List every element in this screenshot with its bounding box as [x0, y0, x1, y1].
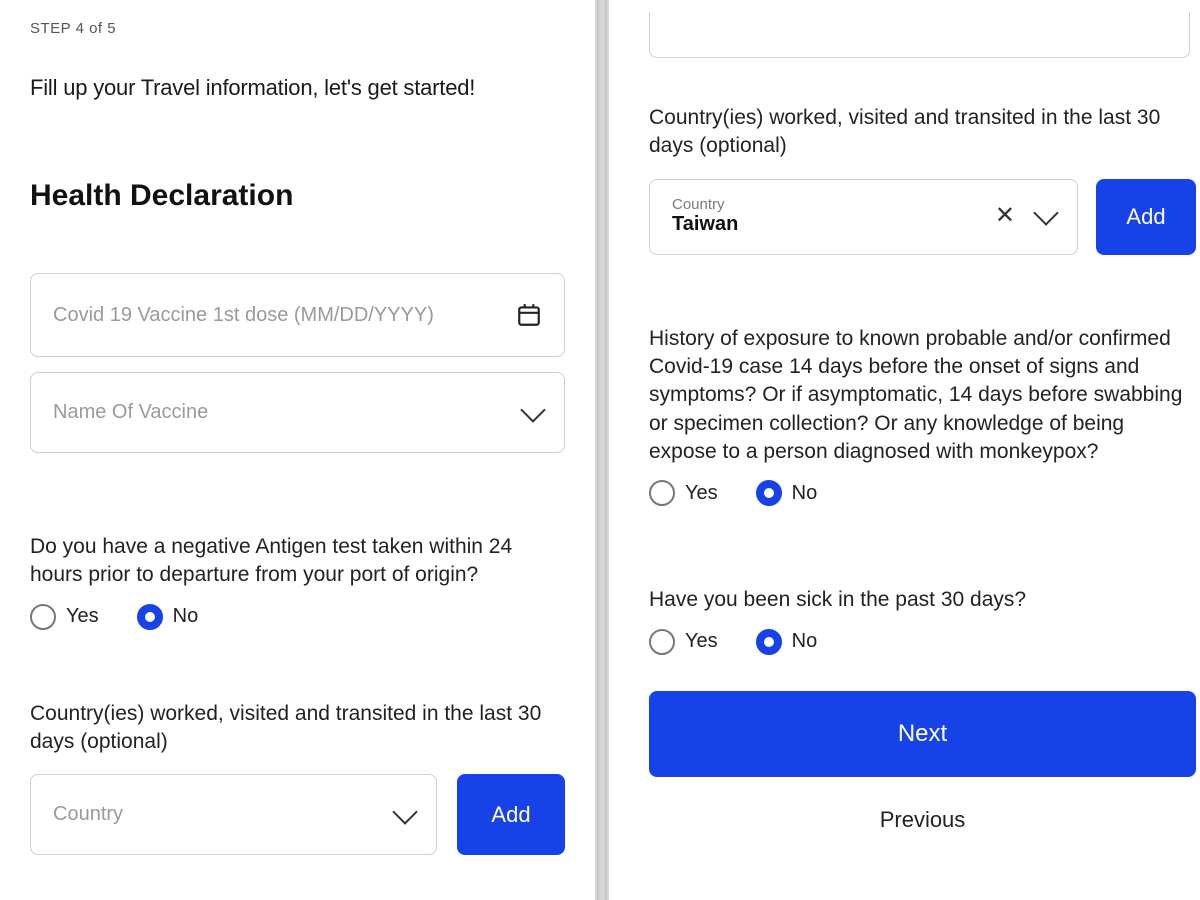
chevron-down-icon	[396, 809, 414, 821]
sick-radio-group: Yes No	[649, 629, 1196, 655]
country-input-row-left: Country Add	[30, 774, 565, 855]
antigen-question: Do you have a negative Antigen test take…	[30, 533, 565, 590]
country-select-right[interactable]: Country Taiwan ✕	[649, 179, 1078, 255]
chevron-down-icon[interactable]	[1037, 210, 1055, 222]
sick-question: Have you been sick in the past 30 days?	[649, 586, 1196, 614]
country-input-row-right: Country Taiwan ✕ Add	[649, 179, 1196, 255]
vaccine-dose1-date-field[interactable]: Covid 19 Vaccine 1st dose (MM/DD/YYYY)	[30, 273, 565, 357]
antigen-yes-label: Yes	[66, 605, 99, 628]
right-panel: Country(ies) worked, visited and transit…	[609, 0, 1200, 900]
exposure-yes-radio[interactable]	[649, 480, 675, 506]
clear-icon[interactable]: ✕	[995, 204, 1015, 228]
sick-yes-radio[interactable]	[649, 629, 675, 655]
vaccine-name-select[interactable]: Name Of Vaccine	[30, 372, 565, 453]
exposure-yes-label: Yes	[685, 482, 718, 505]
next-button[interactable]: Next	[649, 691, 1196, 777]
add-country-button-right[interactable]: Add	[1096, 179, 1196, 255]
left-panel: STEP 4 of 5 Fill up your Travel informat…	[0, 0, 595, 900]
exposure-no-radio[interactable]	[756, 480, 782, 506]
previous-button[interactable]: Previous	[649, 785, 1196, 855]
exposure-radio-group: Yes No	[649, 480, 1196, 506]
calendar-icon	[516, 302, 542, 328]
exposure-question: History of exposure to known probable an…	[649, 325, 1196, 467]
country-field-label: Country	[672, 196, 995, 213]
cropped-field-edge	[649, 12, 1190, 58]
panel-divider	[595, 0, 609, 900]
countries-question-left: Country(ies) worked, visited and transit…	[30, 700, 565, 757]
add-country-button-left[interactable]: Add	[457, 774, 565, 855]
sick-yes-label: Yes	[685, 630, 718, 653]
page-subtitle: Fill up your Travel information, let's g…	[30, 75, 565, 101]
country-selected-value: Taiwan	[672, 213, 995, 236]
country-placeholder-left: Country	[53, 803, 396, 826]
sick-no-radio[interactable]	[756, 629, 782, 655]
vaccine-dose1-placeholder: Covid 19 Vaccine 1st dose (MM/DD/YYYY)	[53, 304, 516, 327]
sick-no-label: No	[792, 630, 818, 653]
vaccine-name-placeholder: Name Of Vaccine	[53, 401, 524, 424]
exposure-no-label: No	[792, 482, 818, 505]
nav-buttons: Next Previous	[649, 691, 1196, 855]
step-indicator: STEP 4 of 5	[30, 20, 565, 37]
antigen-no-label: No	[173, 605, 199, 628]
countries-question-right: Country(ies) worked, visited and transit…	[649, 104, 1196, 161]
chevron-down-icon	[524, 407, 542, 419]
section-title: Health Declaration	[30, 179, 565, 213]
country-select-left[interactable]: Country	[30, 774, 437, 855]
antigen-radio-group: Yes No	[30, 604, 565, 630]
antigen-yes-radio[interactable]	[30, 604, 56, 630]
antigen-no-radio[interactable]	[137, 604, 163, 630]
